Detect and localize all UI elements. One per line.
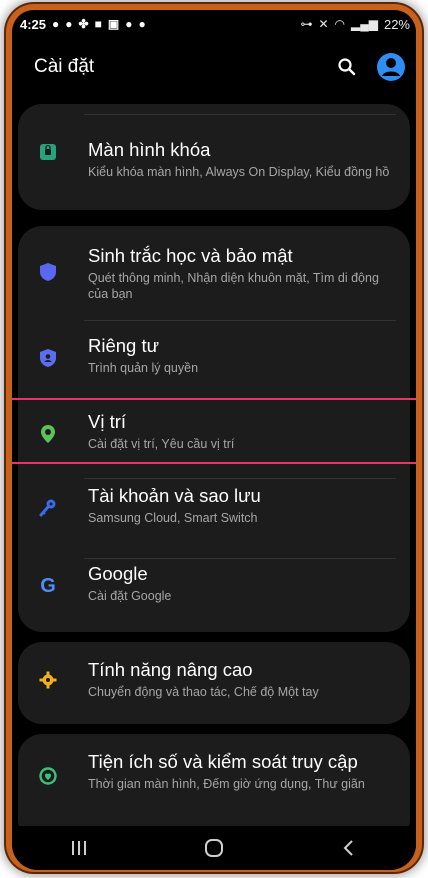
setting-title: Màn hình khóa <box>88 139 211 160</box>
page-title: Cài đặt <box>34 56 95 77</box>
phone-screen: 4:25 ● ● ✤ ■ ▣ ● ● ⊶ ✕ ◠ ▂▄▆ 22% Cài đặt <box>12 10 416 870</box>
wellbeing-icon <box>36 764 60 788</box>
setting-subtitle: Cài đặt Google <box>88 589 172 603</box>
shield-icon <box>36 260 60 284</box>
setting-privacy[interactable]: Riêng tư Trình quản lý quyền <box>18 322 410 398</box>
setting-biometrics-security[interactable]: Sinh trắc học và bảo mật Quét thông minh… <box>18 226 410 322</box>
setting-lock-screen[interactable]: Màn hình khóa Kiểu khóa màn hình, Always… <box>18 104 410 180</box>
setting-title: Vị trí <box>88 411 127 432</box>
profile-avatar-icon[interactable] <box>376 52 406 82</box>
search-icon[interactable] <box>336 56 358 78</box>
setting-advanced-features[interactable]: Tính năng nâng cao Chuyển động và thao t… <box>18 642 410 700</box>
alert-notification-icon: ● <box>138 17 146 31</box>
gallery-notification-icon: ▣ <box>107 17 120 31</box>
setting-digital-wellbeing[interactable]: Tiện ích số và kiểm soát truy cập Thời g… <box>18 734 410 792</box>
setting-subtitle: Samsung Cloud, Smart Switch <box>88 511 258 525</box>
mute-icon: ✕ <box>318 17 329 31</box>
app-notification-icon: ✤ <box>78 17 89 31</box>
chat-notification-icon: ● <box>65 17 73 31</box>
setting-google[interactable]: G Google Cài đặt Google <box>18 552 410 626</box>
app-bar: Cài đặt <box>12 38 416 96</box>
status-bar: 4:25 ● ● ✤ ■ ▣ ● ● ⊶ ✕ ◠ ▂▄▆ 22% <box>12 10 416 38</box>
back-button[interactable] <box>329 833 369 863</box>
setting-title: Tiện ích số và kiểm soát truy cập <box>88 751 358 772</box>
messenger-notification-icon: ● <box>52 17 60 31</box>
status-bar-left: 4:25 ● ● ✤ ■ ▣ ● ● <box>12 17 146 32</box>
home-button[interactable] <box>194 833 234 863</box>
key-icon <box>36 496 60 520</box>
setting-subtitle: Quét thông minh, Nhận diện khuôn mặt, Tì… <box>88 271 379 301</box>
divider <box>84 320 396 321</box>
google-icon: G <box>40 574 56 597</box>
check-notification-icon: ● <box>125 17 133 31</box>
puzzle-gear-icon <box>36 668 60 692</box>
setting-subtitle: Cài đặt vị trí, Yêu cầu vị trí <box>88 437 235 451</box>
mail-notification-icon: ■ <box>94 17 102 31</box>
vpn-key-icon: ⊶ <box>300 17 313 31</box>
wifi-icon: ◠ <box>334 17 345 31</box>
settings-group-lock: Màn hình khóa Kiểu khóa màn hình, Always… <box>18 104 410 210</box>
lock-icon <box>36 138 60 162</box>
setting-subtitle: Kiểu khóa màn hình, Always On Display, K… <box>88 165 390 179</box>
navigation-bar <box>12 826 416 870</box>
setting-title: Tính năng nâng cao <box>88 659 253 680</box>
recent-apps-button[interactable] <box>59 833 99 863</box>
setting-subtitle: Thời gian màn hình, Đếm giờ ứng dụng, Th… <box>88 777 365 791</box>
privacy-shield-icon <box>36 346 60 370</box>
settings-group-security: Sinh trắc học và bảo mật Quét thông minh… <box>18 226 410 632</box>
battery-percentage: 22% <box>383 16 410 32</box>
setting-title: Google <box>88 563 148 584</box>
status-bar-right: ⊶ ✕ ◠ ▂▄▆ 22% <box>300 17 416 32</box>
signal-icon: ▂▄▆ <box>351 17 378 31</box>
location-pin-icon <box>36 422 60 446</box>
setting-title: Tài khoản và sao lưu <box>88 485 261 506</box>
status-time: 4:25 <box>20 16 47 32</box>
setting-title: Riêng tư <box>88 335 160 356</box>
setting-accounts-backup[interactable]: Tài khoản và sao lưu Samsung Cloud, Smar… <box>18 474 410 552</box>
settings-group-advanced: Tính năng nâng cao Chuyển động và thao t… <box>18 642 410 724</box>
setting-subtitle: Trình quản lý quyền <box>88 361 199 375</box>
setting-location[interactable]: Vị trí Cài đặt vị trí, Yêu cầu vị trí <box>18 398 410 474</box>
setting-title: Sinh trắc học và bảo mật <box>88 245 293 266</box>
setting-subtitle: Chuyển động và thao tác, Chế độ Một tay <box>88 685 319 699</box>
app-bar-actions <box>336 52 416 82</box>
